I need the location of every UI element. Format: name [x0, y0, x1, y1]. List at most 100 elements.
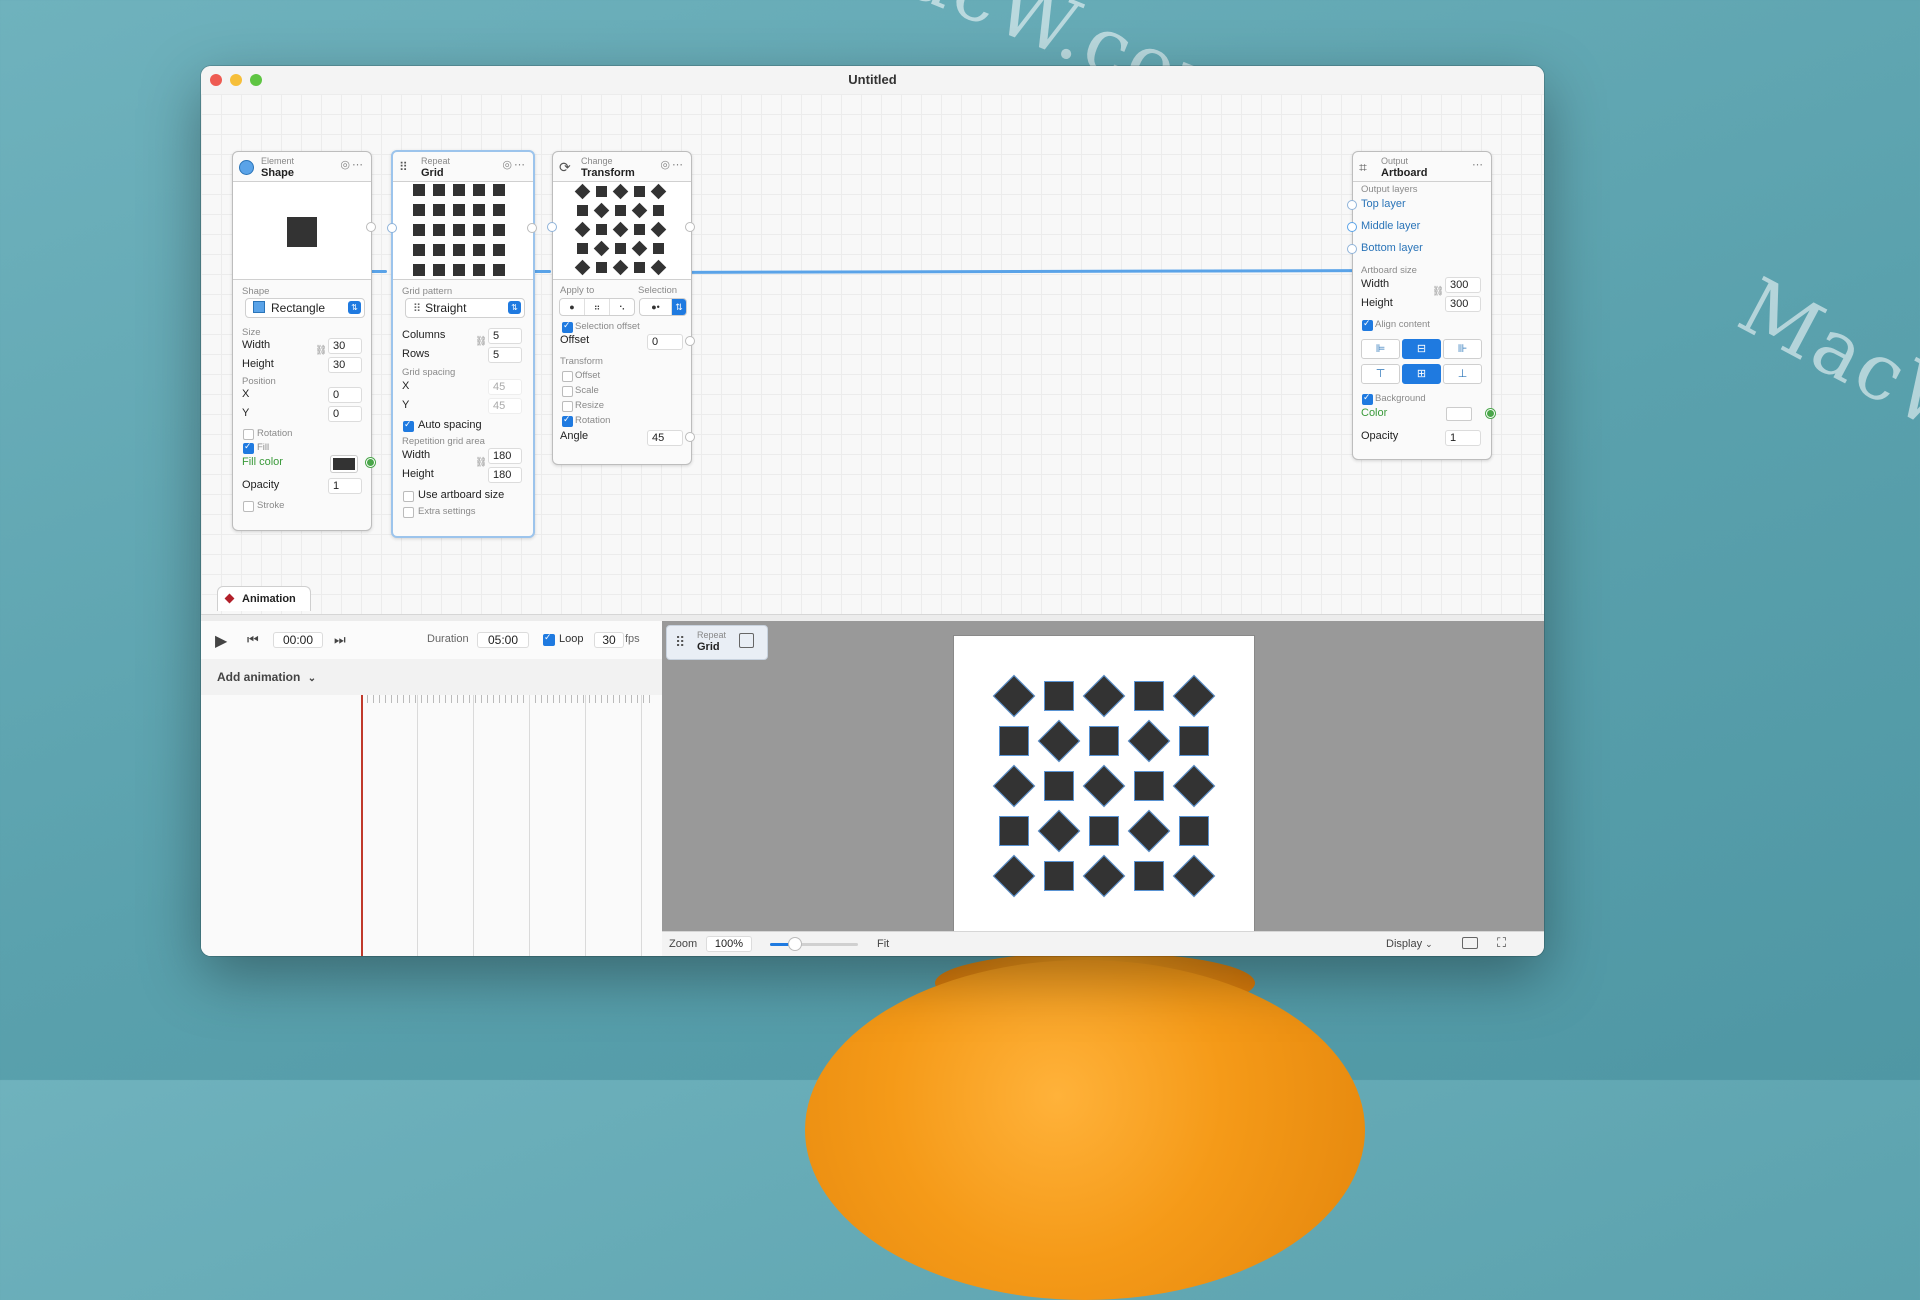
fullscreen-icon[interactable]: ⛶ — [1497, 935, 1506, 951]
t-offset-checkbox[interactable] — [562, 371, 573, 382]
background-color-swatch[interactable] — [1446, 407, 1472, 421]
node-options-icon[interactable]: ◎⋯ — [340, 158, 365, 171]
width-input[interactable]: 30 — [328, 338, 362, 354]
output-port[interactable] — [685, 222, 695, 232]
top-layer-item[interactable]: Top layer — [1361, 198, 1406, 210]
middle-layer-item[interactable]: Middle layer — [1361, 220, 1420, 232]
expand-icon[interactable] — [739, 633, 754, 648]
align-right-button[interactable]: ⊪ — [1443, 339, 1482, 359]
shape-node[interactable]: Element Shape ◎⋯ Shape Rectangle ⇅ Size … — [232, 151, 376, 531]
add-animation-button[interactable]: Add animation ⌄ — [201, 659, 662, 696]
artboard-node[interactable]: ⌗ Output Artboard ⋯ Output layers Top la… — [1347, 151, 1495, 460]
selection-option[interactable]: ●• — [640, 299, 672, 315]
link-icon[interactable]: ⛓ — [1432, 286, 1444, 297]
fill-checkbox[interactable] — [243, 441, 254, 454]
zoom-input[interactable]: 100% — [706, 936, 752, 952]
spacing-y-input[interactable]: 45 — [488, 398, 522, 414]
fps-input[interactable]: 30 — [594, 632, 624, 648]
play-icon[interactable]: ▶ — [215, 631, 227, 651]
opacity-input[interactable]: 1 — [328, 478, 362, 494]
node-header[interactable]: ⠿ Repeat Grid ◎⋯ — [393, 152, 533, 182]
stroke-checkbox[interactable] — [243, 501, 254, 512]
t-rotation-checkbox[interactable] — [562, 414, 573, 427]
color-port[interactable] — [1486, 409, 1495, 418]
x-input[interactable]: 0 — [328, 387, 362, 403]
rewind-icon[interactable]: ⏮ — [247, 632, 259, 648]
height-input[interactable]: 30 — [328, 357, 362, 373]
align-content-checkbox[interactable] — [1362, 318, 1373, 331]
area-height-input[interactable]: 180 — [488, 467, 522, 483]
middle-layer-port[interactable] — [1347, 222, 1357, 232]
top-layer-port[interactable] — [1347, 200, 1357, 210]
t-scale-checkbox[interactable] — [562, 386, 573, 397]
selection-offset-checkbox[interactable] — [562, 320, 573, 333]
align-middle-button[interactable]: ⊞ — [1402, 364, 1441, 384]
fill-color-swatch[interactable] — [331, 456, 357, 472]
transform-node[interactable]: ⟳ Change Transform ◎⋯ Apply to Selection… — [547, 151, 695, 465]
offset-port[interactable] — [685, 336, 695, 346]
angle-input[interactable]: 45 — [647, 430, 683, 446]
background-checkbox[interactable] — [1362, 392, 1373, 405]
auto-spacing-checkbox[interactable] — [403, 419, 414, 432]
use-artboard-checkbox[interactable] — [403, 491, 414, 502]
apply-to-segmented[interactable]: ● ⠶ ⠢ — [559, 298, 635, 316]
offset-input[interactable]: 0 — [647, 334, 683, 350]
output-port[interactable] — [366, 222, 376, 232]
fit-button[interactable]: Fit — [877, 938, 889, 950]
align-bottom-button[interactable]: ⊥ — [1443, 364, 1482, 384]
y-input[interactable]: 0 — [328, 406, 362, 422]
stepper-icon[interactable]: ⇅ — [672, 299, 686, 315]
node-header[interactable]: ⌗ Output Artboard ⋯ — [1353, 152, 1491, 182]
align-center-button[interactable]: ⊟ — [1402, 339, 1441, 359]
loop-checkbox[interactable] — [543, 632, 555, 646]
align-left-button[interactable]: ⊫ — [1361, 339, 1400, 359]
forward-icon[interactable]: ⏭ — [334, 632, 346, 648]
apply-pattern-option[interactable]: ⠢ — [610, 299, 634, 315]
artboard-height-input[interactable]: 300 — [1445, 296, 1481, 312]
grid-pattern-select[interactable]: ⠿ Straight ⇅ — [405, 298, 525, 318]
node-options-icon[interactable]: ◎⋯ — [660, 158, 685, 171]
shape-select[interactable]: Rectangle ⇅ — [245, 298, 365, 318]
zoom-slider-knob[interactable] — [788, 938, 801, 950]
selection-select[interactable]: ●• ⇅ — [639, 298, 687, 316]
time-input[interactable]: 00:00 — [273, 632, 323, 648]
rotation-checkbox[interactable] — [243, 429, 254, 440]
angle-port[interactable] — [685, 432, 695, 442]
zoom-slider[interactable] — [770, 938, 858, 950]
duration-input[interactable]: 05:00 — [477, 632, 529, 648]
display-menu[interactable]: Display ⌄ — [1386, 938, 1433, 950]
area-width-input[interactable]: 180 — [488, 448, 522, 464]
columns-input[interactable]: 5 — [488, 328, 522, 344]
x-label: X — [242, 388, 250, 400]
playhead[interactable] — [361, 695, 363, 956]
node-header[interactable]: ⟳ Change Transform ◎⋯ — [553, 152, 691, 182]
link-icon[interactable]: ⛓ — [475, 457, 487, 468]
link-icon[interactable]: ⛓ — [475, 336, 487, 347]
node-options-icon[interactable]: ◎⋯ — [502, 158, 527, 171]
align-top-button[interactable]: ⊤ — [1361, 364, 1400, 384]
input-port[interactable] — [387, 223, 397, 233]
apply-all-option[interactable]: ● — [560, 299, 585, 315]
link-icon[interactable]: ⛓ — [315, 345, 327, 356]
node-header[interactable]: Element Shape ◎⋯ — [233, 152, 371, 182]
preview-source-badge[interactable]: ⠿ Repeat Grid — [666, 625, 768, 660]
bottom-layer-item[interactable]: Bottom layer — [1361, 242, 1423, 254]
animation-tab[interactable]: Animation — [217, 586, 311, 611]
spacing-x-input[interactable]: 45 — [488, 379, 522, 395]
window-icon[interactable] — [1462, 937, 1478, 949]
node-canvas[interactable]: Element Shape ◎⋯ Shape Rectangle ⇅ Size … — [201, 94, 1544, 614]
rows-input[interactable]: 5 — [488, 347, 522, 363]
extra-settings-checkbox[interactable] — [403, 507, 414, 518]
output-port[interactable] — [527, 223, 537, 233]
artboard-width-input[interactable]: 300 — [1445, 277, 1481, 293]
opacity-input[interactable]: 1 — [1445, 430, 1481, 446]
grid-node[interactable]: ⠿ Repeat Grid ◎⋯ Grid pattern ⠿ Straight … — [387, 150, 537, 538]
input-port[interactable] — [547, 222, 557, 232]
bottom-layer-port[interactable] — [1347, 244, 1357, 254]
t-resize-checkbox[interactable] — [562, 401, 573, 412]
timeline-track[interactable] — [201, 695, 662, 956]
grid-item — [631, 202, 648, 219]
apply-grid-option[interactable]: ⠶ — [585, 299, 610, 315]
fill-color-port[interactable] — [366, 458, 375, 467]
node-options-icon[interactable]: ⋯ — [1472, 158, 1485, 171]
